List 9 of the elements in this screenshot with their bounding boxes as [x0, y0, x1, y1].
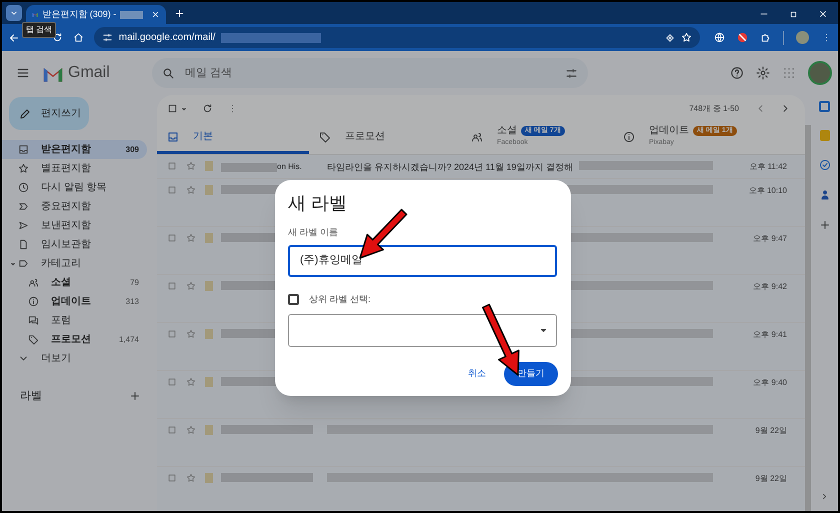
labels-heading: 라벨: [20, 389, 42, 404]
tooltip: 탭 검색: [22, 22, 56, 38]
checkbox-label: 상위 라벨 선택:: [309, 292, 371, 306]
tab-title: 받은편지함 (309) -: [42, 8, 116, 21]
url-text: mail.google.com/mail/: [118, 31, 216, 45]
field-label: 새 라벨 이름: [288, 226, 340, 239]
page-info: 748개 중 1-50: [689, 102, 739, 115]
app-name: Gmail: [68, 63, 111, 83]
dialog-title: 새 라벨: [288, 192, 348, 215]
